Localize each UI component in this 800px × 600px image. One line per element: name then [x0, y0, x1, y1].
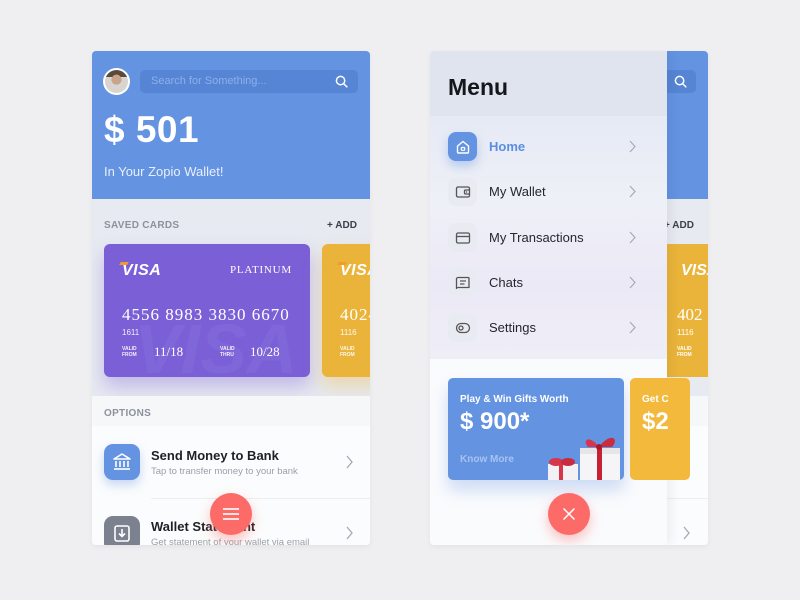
menu-item-label: My Wallet [489, 184, 546, 199]
header-wave-decoration [92, 189, 370, 199]
valid-from-date: 11/18 [154, 344, 184, 359]
valid-thru-date: 10/28 [250, 344, 280, 359]
gift-box-illustration [548, 437, 620, 480]
menu-item-home[interactable]: Home [430, 132, 667, 177]
menu-item-label: My Transactions [489, 230, 584, 245]
visa-logo: VISA [340, 262, 370, 280]
menu-item-my-transactions[interactable]: My Transactions [430, 223, 667, 268]
promo-card-gifts[interactable]: Play & Win Gifts Worth $ 900* Know More [448, 378, 624, 480]
promo-value: $ 900* [460, 408, 530, 435]
chevron-right-icon [683, 526, 690, 540]
valid-from-label: VALID FROM [677, 346, 692, 358]
chevron-right-icon [629, 185, 636, 198]
card-tier: PLATINUM [229, 264, 292, 276]
menu-screen: + ADD VISA 402 1116 VALID FROM Menu Home [430, 51, 708, 545]
valid-from-label: VALID FROM [122, 346, 137, 358]
wallet-balance-caption: In Your Zopio Wallet! [104, 164, 224, 179]
home-icon [448, 132, 477, 161]
wallet-icon [448, 177, 477, 206]
wallet-balance: $ 501 [104, 109, 200, 150]
saved-card-platinum[interactable]: VISA VISA PLATINUM 4556 8983 3830 6670 1… [104, 244, 310, 377]
promo-title: Get C [642, 394, 669, 405]
menu-item-label: Chats [489, 275, 523, 290]
visa-logo: VISA [122, 262, 162, 279]
menu-item-chats[interactable]: Chats [430, 268, 667, 313]
close-icon [562, 507, 576, 521]
promo-value: $2 [642, 408, 669, 435]
chevron-right-icon [629, 140, 636, 153]
saved-cards-heading: SAVED CARDS [104, 220, 180, 231]
menu-item-label: Home [489, 139, 526, 154]
user-avatar[interactable] [103, 68, 130, 95]
bank-icon [104, 444, 140, 480]
option-subtitle: Tap to transfer money to your bank [151, 466, 298, 477]
saved-card-yellow[interactable]: VISA 4024 1116 VALID FROM [322, 244, 370, 377]
download-statement-icon [104, 516, 140, 545]
chevron-right-icon [629, 321, 636, 334]
valid-from-label: VALID FROM [340, 346, 355, 358]
menu-item-settings[interactable]: Settings [430, 313, 667, 358]
card-code: 1116 [340, 328, 357, 337]
chevron-right-icon [629, 231, 636, 244]
menu-fab-button[interactable] [210, 493, 252, 535]
search-input[interactable]: Search for Something... [140, 70, 358, 93]
valid-thru-label: VALID THRU [220, 346, 235, 358]
chevron-right-icon [346, 526, 353, 540]
settings-icon [448, 313, 477, 342]
home-screen: Search for Something... $ 501 In Your Zo… [92, 51, 370, 545]
saved-card-yellow[interactable]: VISA 402 1116 VALID FROM [667, 244, 708, 377]
promo-title: Play & Win Gifts Worth [460, 394, 569, 405]
add-card-button[interactable]: + ADD [327, 220, 357, 231]
visa-logo: VISA [681, 262, 708, 279]
option-send-money[interactable]: Send Money to Bank Tap to transfer money… [92, 427, 370, 497]
close-menu-button[interactable] [548, 493, 590, 535]
card-icon [448, 223, 477, 252]
search-icon[interactable] [674, 75, 687, 88]
card-number: 402 [677, 305, 703, 324]
card-code: 1611 [122, 328, 140, 337]
menu-item-label: Settings [489, 320, 536, 335]
option-subtitle: Get statement of your wallet via email [151, 537, 310, 545]
chat-icon [448, 268, 477, 297]
card-number: 4556 8983 3830 6670 [122, 305, 290, 324]
option-title: Send Money to Bank [151, 448, 279, 463]
card-code: 1116 [677, 328, 694, 337]
options-heading: OPTIONS [104, 408, 152, 419]
menu-icon [223, 508, 239, 520]
menu-drawer: Menu Home My Wallet My Transactions Chat… [430, 51, 690, 545]
menu-item-my-wallet[interactable]: My Wallet [430, 177, 667, 222]
search-icon[interactable] [335, 75, 348, 88]
search-placeholder: Search for Something... [151, 75, 267, 87]
card-number: 4024 [340, 305, 370, 324]
add-card-button[interactable]: + ADD [667, 220, 694, 231]
search-input[interactable] [667, 70, 696, 93]
chevron-right-icon [346, 455, 353, 469]
chevron-right-icon [629, 276, 636, 289]
menu-title: Menu [448, 74, 509, 100]
promo-card-secondary[interactable]: Get C $2 [630, 378, 690, 480]
know-more-link[interactable]: Know More [460, 454, 514, 465]
